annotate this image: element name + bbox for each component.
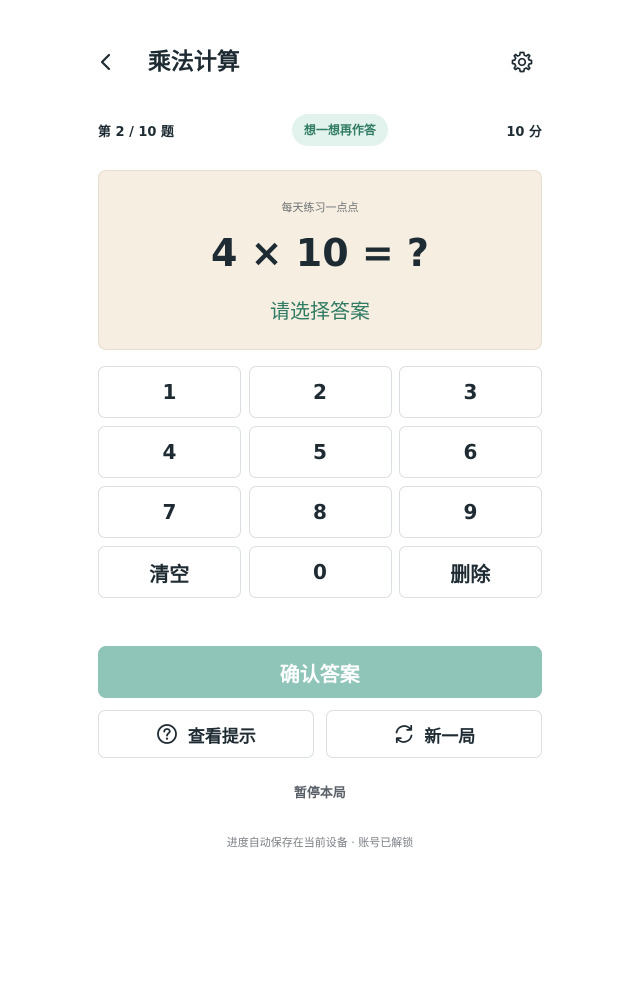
number-keypad: 1 2 3 4 5 6 7 8 9 清空 0 删除 [98,366,542,598]
hint-badge: 想一想再作答 [292,114,389,146]
key-7[interactable]: 7 [98,486,241,538]
key-9[interactable]: 9 [399,486,542,538]
delete-key[interactable]: 删除 [399,546,542,598]
key-4[interactable]: 4 [98,426,241,478]
settings-button[interactable] [508,48,536,76]
footer-note: 进度自动保存在当前设备 · 账号已解锁 [226,836,414,849]
question-progress: 第 2 / 10 题 [98,125,174,140]
refresh-icon [393,723,415,745]
question-text: 4 × 10 = ? [211,231,429,275]
show-hint-label: 查看提示 [188,726,256,747]
key-2[interactable]: 2 [248,366,392,418]
header: 乘法计算 [98,36,542,88]
question-subtitle: 每天练习一点点 [281,201,359,214]
gear-icon [510,50,534,74]
question-card: 每天练习一点点 4 × 10 = ? 请选择答案 [98,170,542,350]
key-5[interactable]: 5 [248,426,392,478]
key-6[interactable]: 6 [399,426,542,478]
score-display: 10 分 [506,125,542,140]
key-3[interactable]: 3 [399,366,542,418]
key-0[interactable]: 0 [248,546,392,598]
show-hint-button[interactable]: 查看提示 [98,710,314,758]
chevron-left-icon [98,53,114,71]
pause-game-link[interactable]: 暂停本局 [0,782,640,801]
status-bar: 第 2 / 10 题 想一想再作答 10 分 [98,112,542,148]
key-1[interactable]: 1 [98,366,241,418]
page-title: 乘法计算 [148,49,240,75]
new-game-button[interactable]: 新一局 [326,710,542,758]
confirm-answer-button[interactable]: 确认答案 [98,646,542,698]
answer-prompt: 请选择答案 [270,299,370,323]
new-game-label: 新一局 [424,726,476,747]
key-8[interactable]: 8 [248,486,392,538]
question-circle-icon [156,723,178,745]
action-row: 查看提示 新一局 [98,710,542,758]
back-button[interactable] [98,48,128,76]
clear-key[interactable]: 清空 [98,546,241,598]
